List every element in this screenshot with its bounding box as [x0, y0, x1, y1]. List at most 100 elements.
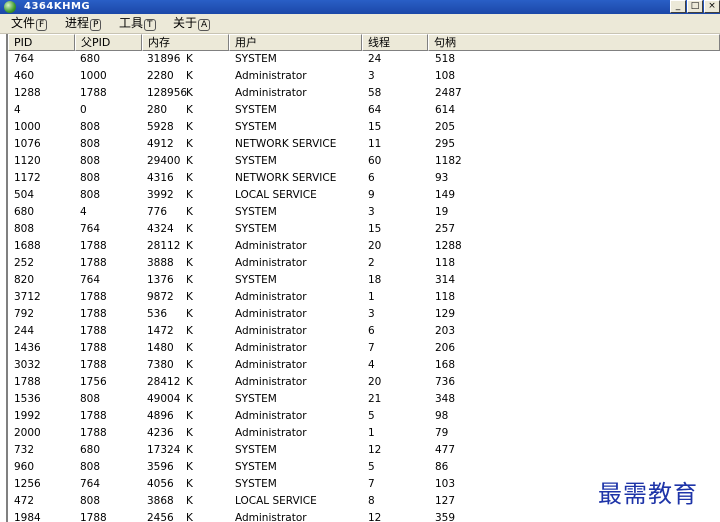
table-row[interactable]: 2000 1788 4236 Administrator 1 79 K [8, 425, 720, 442]
cell-parent-pid: 808 [80, 495, 101, 507]
cell-pid: 1076 [14, 138, 41, 150]
column-header-parent-pid[interactable]: 父PID [75, 34, 142, 51]
table-row[interactable]: 1172 808 4316 NETWORK SERVICE 6 93 K [8, 170, 720, 187]
maximize-button[interactable]: □ [687, 0, 703, 13]
cell-memory-unit: K [186, 53, 193, 65]
table-row[interactable]: 1120 808 29400 SYSTEM 60 1182 K [8, 153, 720, 170]
cell-memory: 28112 [147, 240, 181, 252]
cell-memory-unit: K [186, 138, 193, 150]
cell-handles: 314 [435, 274, 456, 286]
column-header-pid[interactable]: PID [8, 34, 75, 51]
table-row[interactable]: 1436 1788 1480 Administrator 7 206 K [8, 340, 720, 357]
cell-pid: 252 [14, 257, 35, 269]
table-row[interactable]: 764 680 31896 SYSTEM 24 518 K [8, 51, 720, 68]
cell-threads: 3 [368, 70, 375, 82]
cell-threads: 20 [368, 376, 382, 388]
cell-memory: 4896 [147, 410, 174, 422]
menu-file-label: 文件 [11, 16, 36, 30]
table-row[interactable]: 3712 1788 9872 Administrator 1 118 K [8, 289, 720, 306]
cell-pid: 1436 [14, 342, 41, 354]
cell-pid: 820 [14, 274, 35, 286]
cell-threads: 5 [368, 410, 375, 422]
cell-parent-pid: 4 [80, 206, 87, 218]
menu-tools-label: 工具 [119, 16, 144, 30]
cell-memory: 4316 [147, 172, 174, 184]
cell-handles: 129 [435, 308, 456, 320]
column-header-user[interactable]: 用户 [229, 34, 362, 51]
app-icon [4, 1, 16, 13]
cell-pid: 1992 [14, 410, 41, 422]
cell-memory-unit: K [186, 155, 193, 167]
table-row[interactable]: 1992 1788 4896 Administrator 5 98 K [8, 408, 720, 425]
cell-pid: 1172 [14, 172, 41, 184]
window-title: 4364KHMG [24, 1, 91, 12]
cell-parent-pid: 808 [80, 393, 101, 405]
table-row[interactable]: 1288 1788 128956 Administrator 58 2487 K [8, 85, 720, 102]
cell-memory: 128956 [147, 87, 188, 99]
menu-file[interactable]: 文件 F [9, 16, 49, 31]
cell-memory: 7380 [147, 359, 174, 371]
table-row[interactable]: 504 808 3992 LOCAL SERVICE 9 149 K [8, 187, 720, 204]
table-row[interactable]: 808 764 4324 SYSTEM 15 257 K [8, 221, 720, 238]
cell-user: Administrator [235, 410, 307, 422]
cell-memory-unit: K [186, 444, 193, 456]
cell-handles: 203 [435, 325, 456, 337]
cell-pid: 4 [14, 104, 21, 116]
table-row[interactable]: 244 1788 1472 Administrator 6 203 K [8, 323, 720, 340]
table-row[interactable]: 792 1788 536 Administrator 3 129 K [8, 306, 720, 323]
table-row[interactable]: 4 0 280 SYSTEM 64 614 K [8, 102, 720, 119]
table-row[interactable]: 3032 1788 7380 Administrator 4 168 K [8, 357, 720, 374]
minimize-button[interactable]: _ [670, 0, 686, 13]
process-rows: 764 680 31896 SYSTEM 24 518 K 460 1000 2280 Admini… [8, 51, 720, 522]
process-list[interactable]: PID 父PID 内存 用户 线程 句柄 764 680 31896 SYSTEM 24… [6, 34, 720, 522]
table-row[interactable]: 1688 1788 28112 Administrator 20 1288 K [8, 238, 720, 255]
table-row[interactable]: 1788 1756 28412 Administrator 20 736 K [8, 374, 720, 391]
cell-handles: 614 [435, 104, 456, 116]
table-row[interactable]: 1536 808 49004 SYSTEM 21 348 K [8, 391, 720, 408]
table-row[interactable]: 460 1000 2280 Administrator 3 108 K [8, 68, 720, 85]
cell-pid: 504 [14, 189, 35, 201]
cell-memory-unit: K [186, 257, 193, 269]
cell-threads: 3 [368, 206, 375, 218]
cell-user: SYSTEM [235, 393, 277, 405]
cell-memory-unit: K [186, 172, 193, 184]
cell-threads: 11 [368, 138, 382, 150]
table-row[interactable]: 1076 808 4912 NETWORK SERVICE 11 295 K [8, 136, 720, 153]
cell-parent-pid: 764 [80, 274, 101, 286]
cell-memory: 3992 [147, 189, 174, 201]
cell-parent-pid: 1788 [80, 291, 107, 303]
cell-parent-pid: 1788 [80, 257, 107, 269]
cell-handles: 79 [435, 427, 449, 439]
column-header-handles[interactable]: 句柄 [428, 34, 720, 51]
table-row[interactable]: 1000 808 5928 SYSTEM 15 205 K [8, 119, 720, 136]
table-row[interactable]: 732 680 17324 SYSTEM 12 477 K [8, 442, 720, 459]
cell-threads: 6 [368, 172, 375, 184]
close-button[interactable]: × [704, 0, 720, 13]
menu-tools[interactable]: 工具 T [117, 16, 158, 31]
cell-user: SYSTEM [235, 53, 277, 65]
table-row[interactable]: 1984 1788 2456 Administrator 12 359 K [8, 510, 720, 522]
table-row[interactable]: 252 1788 3888 Administrator 2 118 K [8, 255, 720, 272]
cell-memory: 3596 [147, 461, 174, 473]
column-header-memory[interactable]: 内存 [142, 34, 229, 51]
table-row[interactable]: 680 4 776 SYSTEM 3 19 K [8, 204, 720, 221]
menu-about[interactable]: 关于 A [171, 16, 212, 31]
cell-threads: 7 [368, 478, 375, 490]
cell-memory-unit: K [186, 478, 193, 490]
menu-process-label: 进程 [65, 16, 90, 30]
cell-memory: 2280 [147, 70, 174, 82]
column-header-threads[interactable]: 线程 [362, 34, 428, 51]
cell-memory-unit: K [186, 461, 193, 473]
cell-user: SYSTEM [235, 121, 277, 133]
cell-handles: 103 [435, 478, 456, 490]
cell-user: Administrator [235, 87, 307, 99]
cell-memory-unit: K [186, 291, 193, 303]
cell-threads: 60 [368, 155, 382, 167]
cell-user: Administrator [235, 359, 307, 371]
cell-parent-pid: 808 [80, 461, 101, 473]
cell-memory: 776 [147, 206, 168, 218]
cell-user: Administrator [235, 240, 307, 252]
table-row[interactable]: 820 764 1376 SYSTEM 18 314 K [8, 272, 720, 289]
menu-process[interactable]: 进程 P [63, 16, 103, 31]
cell-handles: 149 [435, 189, 456, 201]
